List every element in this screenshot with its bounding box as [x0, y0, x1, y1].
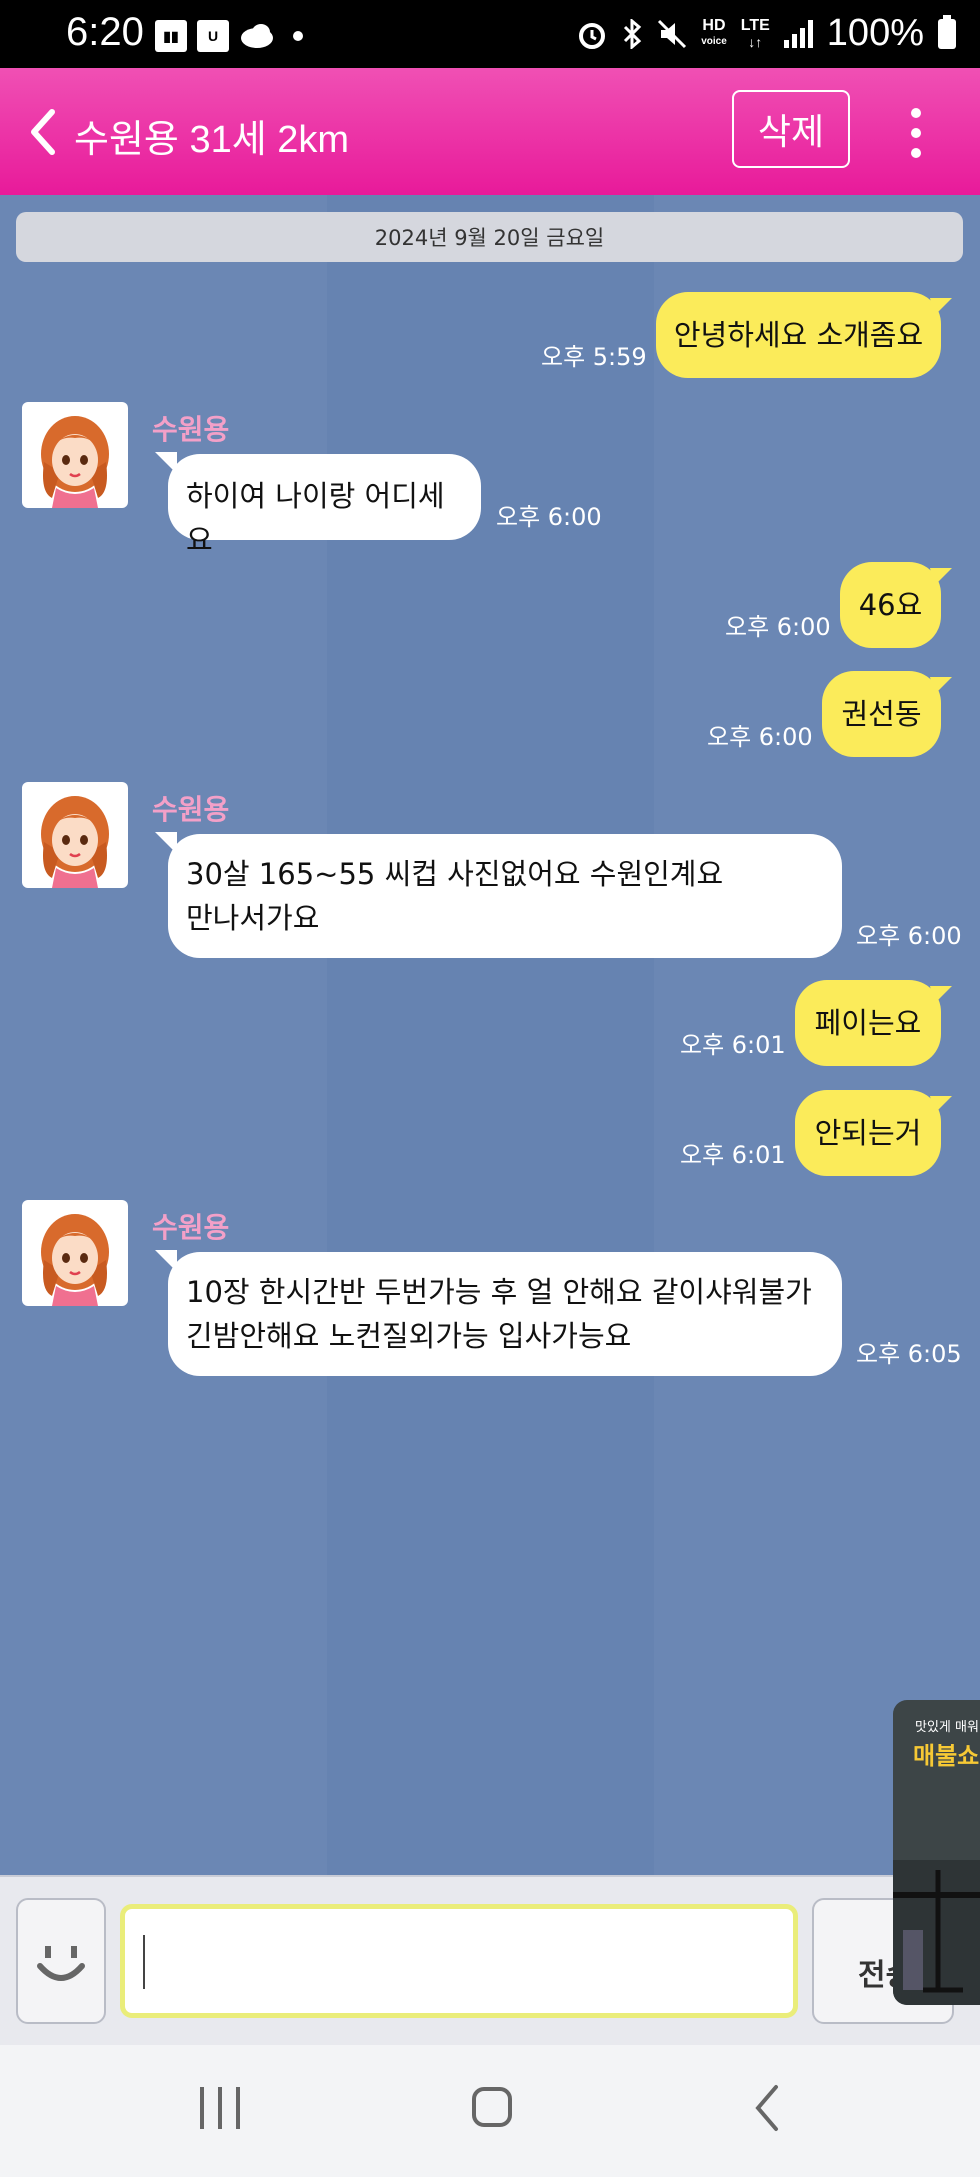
message-text: 46요 [858, 588, 923, 622]
message-text: 권선동 [841, 697, 922, 731]
incoming-message-bubble[interactable]: 30살 165~55 씨컵 사진없어요 수원인계요 만나서가요 [168, 834, 842, 958]
message-text-line: 긴밤안해요 노컨질외가능 입사가능요 [186, 1319, 632, 1353]
shopping-bag-icon: U [197, 20, 229, 52]
text-cursor [143, 1935, 145, 1989]
message-time: 오후 6:00 [725, 613, 831, 641]
outgoing-message-bubble[interactable]: 안되는거 [795, 1090, 941, 1176]
more-notifications-dot-icon [293, 31, 303, 41]
battery-percent: 100% [826, 12, 924, 54]
incoming-message-bubble[interactable]: 10장 한시간반 두번가능 후 얼 안해요 같이샤워불가 긴밤안해요 노컨질외가… [168, 1252, 842, 1376]
message-composer: 전송 [0, 1875, 980, 2045]
battery-icon [938, 14, 956, 49]
system-status-icons: HD voice LTE ↓↑ 100% [577, 12, 956, 55]
outgoing-message-bubble[interactable]: 안녕하세요 소개좀요 [656, 292, 941, 378]
chat-header: 수원용 31세 2km 삭제 [0, 68, 980, 195]
message-time: 오후 6:01 [680, 1141, 786, 1169]
message-text: 안녕하세요 소개좀요 [673, 318, 924, 352]
bubble-tail [930, 677, 952, 695]
floating-video-overlay[interactable]: 맛있게 매워 매불쇼 [893, 1700, 980, 2005]
message-time: 오후 6:00 [856, 922, 962, 950]
bubble-tail [930, 298, 952, 316]
more-options-icon[interactable] [905, 108, 927, 158]
sender-name: 수원용 [152, 413, 230, 446]
notification-icons: ▮▮ U [155, 20, 303, 52]
status-bar: 6:20 ▮▮ U HD voice LTE ↓↑ 100% [0, 0, 980, 68]
emoticon-button[interactable] [16, 1898, 106, 2024]
avatar[interactable] [22, 402, 128, 508]
signal-strength-icon [783, 19, 813, 48]
date-divider: 2024년 9월 20일 금요일 [16, 212, 963, 262]
avatar[interactable] [22, 1200, 128, 1306]
outgoing-message-bubble[interactable]: 권선동 [822, 671, 941, 757]
system-back-icon[interactable] [752, 2083, 782, 2133]
status-time: 6:20 [66, 10, 144, 54]
bubble-tail [930, 568, 952, 586]
alarm-icon [579, 22, 606, 49]
smiley-icon [37, 1946, 85, 1981]
message-text: 페이는요 [814, 1006, 922, 1040]
avatar[interactable] [22, 782, 128, 888]
chat-title: 수원용 31세 2km [74, 119, 350, 161]
message-time: 오후 6:01 [680, 1031, 786, 1059]
outgoing-message-bubble[interactable]: 46요 [840, 562, 941, 648]
system-navigation-bar [0, 2045, 980, 2177]
home-icon[interactable] [472, 2087, 512, 2127]
mute-icon [658, 19, 687, 48]
message-text-line: 만나서가요 [186, 901, 320, 935]
delete-button[interactable]: 삭제 [732, 90, 850, 168]
message-text-line: 10장 한시간반 두번가능 후 얼 안해요 같이샤워불가 [186, 1275, 812, 1309]
incoming-message-bubble[interactable]: 하이여 나이랑 어디세요 [168, 454, 481, 557]
avatar-girl-icon [41, 1214, 109, 1306]
message-time: 오후 6:05 [856, 1340, 962, 1368]
chat-background-stripe [327, 195, 654, 1875]
cloud-icon [241, 24, 273, 48]
recent-apps-icon[interactable] [200, 2087, 240, 2129]
message-input[interactable] [120, 1904, 798, 2018]
sender-name: 수원용 [152, 793, 230, 826]
avatar-girl-icon [41, 416, 109, 508]
video-thumbnail [893, 1860, 980, 2005]
outgoing-message-bubble[interactable]: 페이는요 [795, 980, 941, 1066]
message-text: 안되는거 [814, 1116, 922, 1150]
bluetooth-icon [624, 18, 642, 49]
message-time: 오후 6:00 [707, 723, 813, 751]
sender-name: 수원용 [152, 1211, 230, 1244]
avatar-girl-icon [41, 796, 109, 888]
message-time: 오후 6:00 [496, 503, 602, 531]
lte-icon: LTE ↓↑ [740, 16, 770, 50]
bubble-tail [930, 986, 952, 1004]
hd-voice-icon: HD voice [701, 16, 727, 47]
bubble-tail [930, 1096, 952, 1114]
app-notification-icon: ▮▮ [155, 20, 187, 52]
message-time: 오후 5:59 [541, 343, 647, 371]
message-text-line: 30살 165~55 씨컵 사진없어요 수원인계요 [186, 857, 724, 891]
back-arrow-icon[interactable] [24, 104, 64, 160]
